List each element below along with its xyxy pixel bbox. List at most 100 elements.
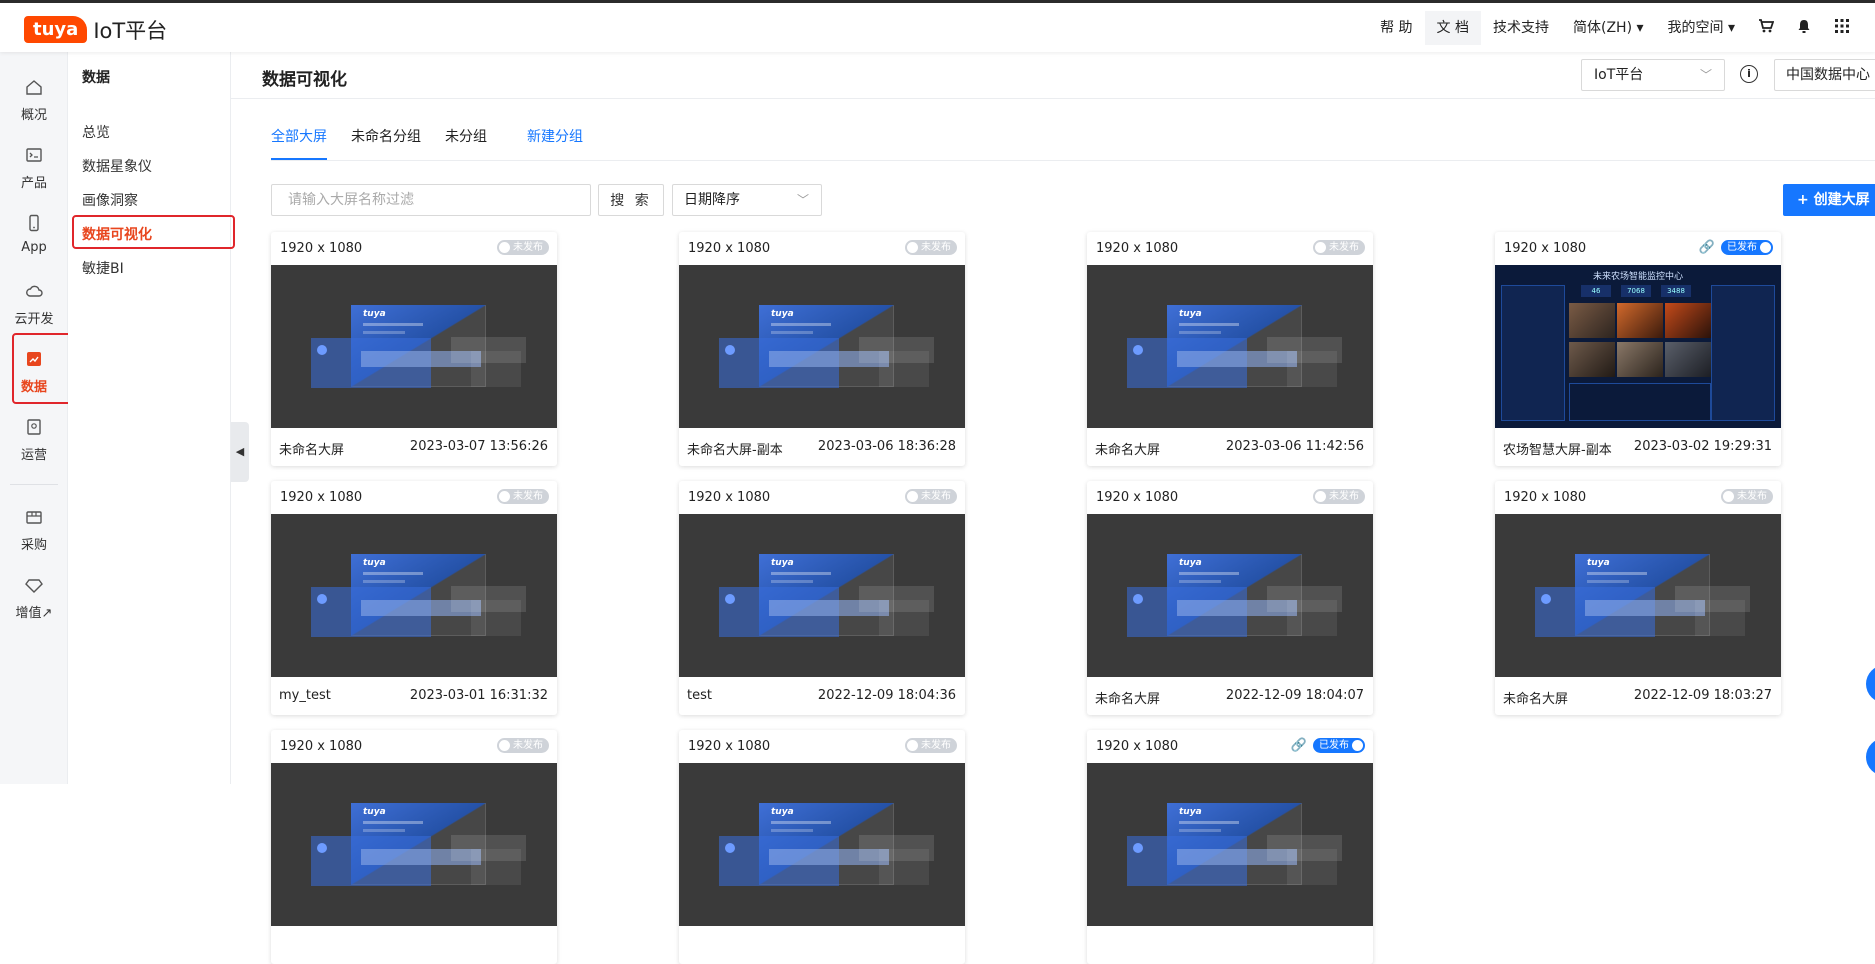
support-link[interactable]: 技术支持 <box>1481 11 1561 45</box>
screen-card[interactable]: 1920 x 1080 未发布 tuya 未命名大屏-副本 2023-03-06 18:… <box>679 232 965 466</box>
space-select[interactable]: 我的空间 ▾ <box>1656 11 1747 45</box>
logo[interactable]: tuya IoT平台 <box>24 16 167 43</box>
submenu-item-overview[interactable]: 总览 <box>82 122 110 142</box>
camera-feed <box>1569 303 1615 338</box>
screen-card[interactable]: 1920 x 1080 未发布 tuya my_test 2023-03-01 16:3… <box>271 481 557 715</box>
screen-card[interactable]: 1920 x 1080 未发布 tuya test 2022-12-09 18:04:3… <box>679 481 965 715</box>
screen-thumbnail[interactable]: tuya <box>271 265 557 428</box>
cart-icon[interactable] <box>1747 18 1785 38</box>
badge-icon <box>23 418 45 440</box>
screen-date: 2023-03-02 19:29:31 <box>1633 439 1772 454</box>
rail-label: 概况 <box>20 108 47 123</box>
screen-thumbnail[interactable]: tuya <box>679 763 965 926</box>
language-select[interactable]: 简体(ZH) ▾ <box>1561 11 1656 45</box>
link-icon[interactable]: 🔗 <box>1699 240 1715 255</box>
screen-card[interactable]: 1920 x 1080 未发布 tuya <box>679 730 965 964</box>
publish-toggle[interactable]: 未发布 <box>1313 240 1365 255</box>
box-icon <box>23 508 45 530</box>
docs-link[interactable]: 文 档 <box>1424 10 1481 45</box>
home-icon <box>23 78 45 100</box>
publish-toggle[interactable]: 未发布 <box>905 240 957 255</box>
tab-divider <box>271 160 1875 161</box>
screen-card[interactable]: 1920 x 1080 未发布 tuya <box>271 730 557 964</box>
submenu-item-bi[interactable]: 敏捷BI <box>82 258 124 278</box>
apps-grid-icon[interactable] <box>1823 18 1861 38</box>
screen-thumbnail[interactable]: 未来农场智能监控中心 46 7068 3488 <box>1495 265 1781 428</box>
screen-thumbnail[interactable]: tuya <box>1087 514 1373 677</box>
tab-unnamed-group[interactable]: 未命名分组 <box>351 126 421 160</box>
submenu-title: 数据 <box>82 70 110 86</box>
sort-select[interactable]: 日期降序 ﹀ <box>672 184 822 216</box>
publish-toggle[interactable]: 未发布 <box>497 738 549 753</box>
link-icon[interactable]: 🔗 <box>1291 738 1307 753</box>
platform-value: IoT平台 <box>1594 67 1644 83</box>
publish-toggle[interactable]: 未发布 <box>497 240 549 255</box>
screen-card[interactable]: 1920 x 1080 未发布 tuya 未命名大屏 2023-03-07 13:56:… <box>271 232 557 466</box>
screen-thumbnail[interactable]: tuya <box>271 514 557 677</box>
screen-card[interactable]: 1920 x 1080 未发布 tuya 未命名大屏 2022-12-09 18:03:… <box>1495 481 1781 715</box>
rail-item-operations[interactable]: 运营 <box>0 418 68 463</box>
publish-toggle[interactable]: 已发布 <box>1313 738 1365 753</box>
publish-toggle[interactable]: 未发布 <box>1721 489 1773 504</box>
submenu-item-star-instrument[interactable]: 数据星象仪 <box>82 156 152 176</box>
screen-thumbnail[interactable]: tuya <box>679 514 965 677</box>
screen-name: 农场智慧大屏-副本 <box>1503 443 1612 458</box>
rail-label: 云开发 <box>14 312 54 327</box>
kpi: 3488 <box>1661 285 1691 297</box>
submenu-item-insight[interactable]: 画像洞察 <box>82 190 138 210</box>
screen-card[interactable]: 1920 x 1080 🔗 已发布 tuya <box>1087 730 1373 964</box>
screen-name: 未命名大屏 <box>1095 692 1161 707</box>
screen-date: 2023-03-01 16:31:32 <box>409 688 548 703</box>
bell-icon[interactable] <box>1785 18 1823 38</box>
rail-item-cloud[interactable]: 云开发 <box>0 282 68 327</box>
create-screen-button[interactable]: + 创建大屏 <box>1783 184 1875 216</box>
kpi: 7068 <box>1621 285 1651 297</box>
screen-thumbnail[interactable]: tuya <box>679 265 965 428</box>
rail-label: 采购 <box>20 538 47 553</box>
info-icon[interactable]: i <box>1740 65 1758 83</box>
kpi: 46 <box>1581 285 1611 297</box>
publish-toggle[interactable]: 未发布 <box>497 489 549 504</box>
rail-item-product[interactable]: 产品 <box>0 146 68 191</box>
publish-toggle[interactable]: 已发布 <box>1721 240 1773 255</box>
dash-panel <box>1711 285 1775 421</box>
platform-select[interactable]: IoT平台 ﹀ <box>1581 59 1725 91</box>
screen-date: 2022-12-09 18:04:07 <box>1225 688 1364 703</box>
camera-feed <box>1569 342 1615 377</box>
sub-menu: 数据 总览 数据星象仪 画像洞察 数据可视化 敏捷BI <box>68 52 231 784</box>
dash-chart <box>1569 383 1711 421</box>
rail-item-app[interactable]: App <box>0 214 68 255</box>
screen-card[interactable]: 1920 x 1080 未发布 tuya 未命名大屏 2022-12-09 18:04:… <box>1087 481 1373 715</box>
screen-card[interactable]: 1920 x 1080 🔗 已发布 未来农场智能监控中心 46 7068 3488 农场智慧大… <box>1495 232 1781 466</box>
terminal-icon <box>23 146 45 168</box>
resolution-label: 1920 x 1080 <box>280 739 363 754</box>
resolution-label: 1920 x 1080 <box>1504 241 1587 256</box>
new-group-link[interactable]: 新建分组 <box>527 126 583 160</box>
screen-thumbnail[interactable]: tuya <box>1495 514 1781 677</box>
chevron-down-icon: ﹀ <box>1699 68 1712 82</box>
tab-ungrouped[interactable]: 未分组 <box>445 126 487 160</box>
search-button[interactable]: 搜 索 <box>598 184 664 216</box>
resolution-label: 1920 x 1080 <box>688 241 771 256</box>
rail-item-overview[interactable]: 概况 <box>0 78 68 123</box>
top-bar: tuya IoT平台 帮 助 文 档 技术支持 简体(ZH) ▾ 我的空间 ▾ <box>0 0 1875 52</box>
tab-all[interactable]: 全部大屏 <box>271 126 327 160</box>
publish-toggle[interactable]: 未发布 <box>1313 489 1365 504</box>
publish-toggle[interactable]: 未发布 <box>905 489 957 504</box>
rail-item-purchase[interactable]: 采购 <box>0 508 68 553</box>
camera-feed <box>1665 303 1711 338</box>
tab-bar: 全部大屏 未命名分组 未分组 新建分组 <box>271 126 607 160</box>
publish-toggle[interactable]: 未发布 <box>905 738 957 753</box>
screen-thumbnail[interactable]: tuya <box>1087 763 1373 926</box>
camera-feed <box>1617 342 1663 377</box>
datacenter-select[interactable]: 中国数据中心 <box>1774 59 1875 91</box>
rail-item-value-added[interactable]: 增值↗ <box>0 576 68 621</box>
screen-thumbnail[interactable]: tuya <box>1087 265 1373 428</box>
highlight-box <box>72 215 235 249</box>
filter-input[interactable] <box>271 184 591 216</box>
screen-thumbnail[interactable]: tuya <box>271 763 557 926</box>
resolution-label: 1920 x 1080 <box>688 739 771 754</box>
rail-label: 运营 <box>20 448 47 463</box>
screen-card[interactable]: 1920 x 1080 未发布 tuya 未命名大屏 2023-03-06 11:42:… <box>1087 232 1373 466</box>
help-link[interactable]: 帮 助 <box>1368 11 1424 45</box>
